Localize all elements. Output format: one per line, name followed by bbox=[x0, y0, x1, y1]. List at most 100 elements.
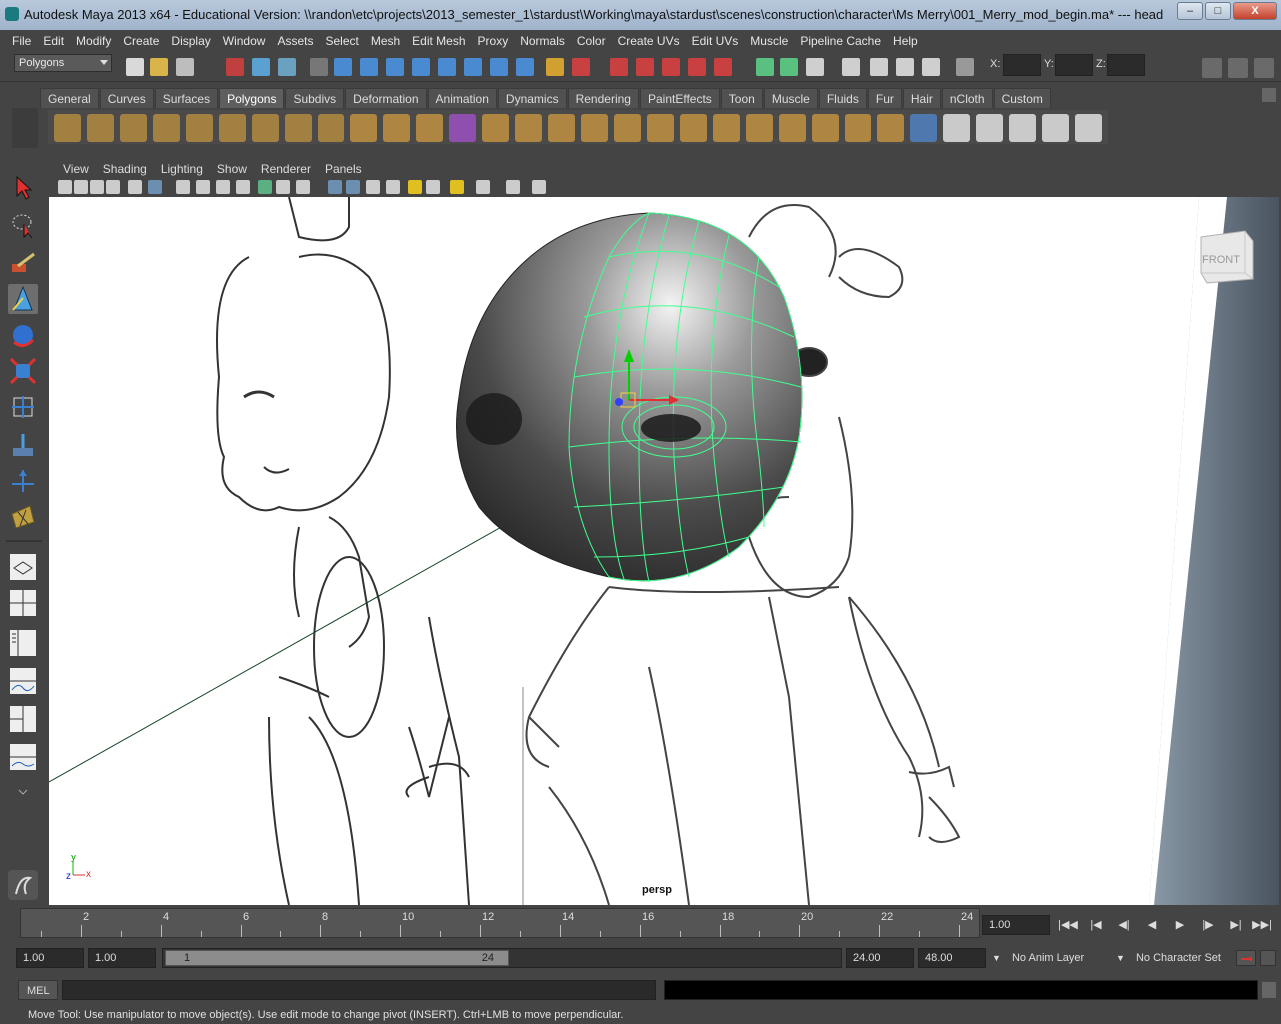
menu-set-dropdown[interactable]: Polygons bbox=[14, 54, 112, 72]
chevron-down-icon[interactable] bbox=[8, 780, 38, 804]
select-by-hierarchy-icon[interactable] bbox=[226, 58, 244, 76]
last-tool-used[interactable] bbox=[8, 502, 38, 532]
merge-vertices-icon[interactable] bbox=[613, 114, 641, 142]
panel-menu-lighting[interactable]: Lighting bbox=[154, 162, 210, 176]
go-to-end-button[interactable]: ▶▶| bbox=[1252, 917, 1272, 933]
playback-start-field[interactable]: 1.00 bbox=[88, 948, 156, 968]
step-back-frame-button[interactable]: |◀ bbox=[1086, 917, 1106, 933]
script-editor-button[interactable] bbox=[1262, 982, 1276, 998]
triangulate-icon[interactable] bbox=[844, 114, 872, 142]
menu-color[interactable]: Color bbox=[571, 34, 612, 48]
textured-icon[interactable] bbox=[366, 180, 380, 194]
camera-attributes-icon[interactable] bbox=[74, 180, 88, 194]
render-region-icon[interactable] bbox=[756, 58, 774, 76]
anim-layer-dropdown[interactable]: ▼ No Anim Layer bbox=[992, 948, 1112, 968]
menu-assets[interactable]: Assets bbox=[271, 34, 319, 48]
xray-joints-icon[interactable] bbox=[506, 180, 520, 194]
render-settings-icon[interactable] bbox=[842, 58, 860, 76]
insert-edge-loop-icon[interactable] bbox=[679, 114, 707, 142]
panel-menu-view[interactable]: View bbox=[56, 162, 96, 176]
gate-mask-icon[interactable] bbox=[216, 180, 230, 194]
menu-create-uvs[interactable]: Create UVs bbox=[612, 34, 686, 48]
rotate-tool[interactable] bbox=[8, 320, 38, 350]
shelf-tab-surfaces[interactable]: Surfaces bbox=[154, 88, 219, 108]
poly-helix-icon[interactable] bbox=[317, 114, 345, 142]
menu-create[interactable]: Create bbox=[117, 34, 165, 48]
lock-selection-icon[interactable] bbox=[310, 58, 328, 76]
select-tool[interactable] bbox=[8, 172, 38, 202]
menu-help[interactable]: Help bbox=[887, 34, 924, 48]
shelf-tab-fluids[interactable]: Fluids bbox=[818, 88, 867, 108]
play-backwards-button[interactable]: ◀ bbox=[1142, 917, 1162, 933]
resolution-gate-icon[interactable] bbox=[196, 180, 210, 194]
poly-sphere-icon[interactable] bbox=[54, 114, 81, 142]
x-field[interactable] bbox=[1003, 54, 1041, 76]
use-all-lights-icon[interactable] bbox=[386, 180, 400, 194]
shelf-tab-curves[interactable]: Curves bbox=[99, 88, 154, 108]
move-tool[interactable] bbox=[8, 284, 38, 314]
soft-modification-tool[interactable] bbox=[8, 430, 38, 460]
separate-icon[interactable] bbox=[383, 114, 411, 142]
paint-select-tool[interactable] bbox=[8, 248, 38, 278]
animation-start-field[interactable]: 1.00 bbox=[16, 948, 84, 968]
menu-pipeline-cache[interactable]: Pipeline Cache bbox=[794, 34, 887, 48]
image-plane-icon[interactable] bbox=[106, 180, 120, 194]
shelf-menu-handle[interactable] bbox=[12, 108, 38, 148]
construction-history-icon[interactable] bbox=[490, 58, 508, 76]
minimize-button[interactable]: – bbox=[1177, 2, 1203, 20]
show-manipulator-tool[interactable] bbox=[8, 466, 38, 496]
append-polygon-icon[interactable] bbox=[581, 114, 608, 142]
menu-mesh[interactable]: Mesh bbox=[365, 34, 406, 48]
combine-icon[interactable] bbox=[350, 114, 378, 142]
shelf-tab-toon[interactable]: Toon bbox=[720, 88, 763, 108]
panel-menu-panels[interactable]: Panels bbox=[318, 162, 369, 176]
play-forwards-button[interactable]: ▶ bbox=[1170, 917, 1190, 933]
persp-viewport[interactable]: FRONT y z x persp bbox=[49, 197, 1279, 905]
channel-box-icon[interactable] bbox=[1254, 58, 1274, 78]
step-forward-key-button[interactable]: |▶ bbox=[1198, 917, 1218, 933]
ipr-icon[interactable] bbox=[922, 58, 940, 76]
animation-end-field[interactable]: 48.00 bbox=[918, 948, 986, 968]
input-ops-icon[interactable] bbox=[572, 58, 590, 76]
go-to-start-button[interactable]: |◀◀ bbox=[1058, 917, 1078, 933]
isolate-select-icon[interactable] bbox=[450, 180, 464, 194]
poly-pyramid-icon[interactable] bbox=[251, 114, 279, 142]
sidebar-toggle-icon[interactable] bbox=[956, 58, 974, 76]
bookmarks-icon[interactable] bbox=[90, 180, 104, 194]
menu-normals[interactable]: Normals bbox=[514, 34, 571, 48]
hypershade-persp-layout[interactable] bbox=[8, 704, 38, 734]
shelf-tab-custom[interactable]: Custom bbox=[993, 88, 1051, 108]
select-by-component-icon[interactable] bbox=[278, 58, 296, 76]
shelf-tab-rendering[interactable]: Rendering bbox=[567, 88, 639, 108]
smooth-icon[interactable] bbox=[449, 114, 477, 142]
open-scene-icon[interactable] bbox=[150, 58, 168, 76]
shelf-tab-hair[interactable]: Hair bbox=[902, 88, 941, 108]
shelf-tab-general[interactable]: General bbox=[40, 88, 99, 108]
snap-to-curve-icon[interactable] bbox=[360, 58, 378, 76]
panel-menu-renderer[interactable]: Renderer bbox=[254, 162, 318, 176]
wireframe-on-shaded-icon[interactable] bbox=[346, 180, 360, 194]
poly-cylinder-icon[interactable] bbox=[119, 114, 147, 142]
shelf-tab-animation[interactable]: Animation bbox=[427, 88, 497, 108]
shelf-tab-fur[interactable]: Fur bbox=[867, 88, 902, 108]
menu-select[interactable]: Select bbox=[319, 34, 364, 48]
quadrangulate-icon[interactable] bbox=[877, 114, 905, 142]
graph-layout[interactable] bbox=[8, 742, 38, 772]
magnet-curve-icon[interactable] bbox=[636, 58, 654, 76]
lasso-tool[interactable] bbox=[8, 210, 38, 240]
select-by-object-icon[interactable] bbox=[252, 58, 270, 76]
spherical-mapping-icon[interactable] bbox=[1009, 114, 1037, 142]
attribute-editor-icon[interactable] bbox=[1202, 58, 1222, 78]
menu-edit-mesh[interactable]: Edit Mesh bbox=[406, 34, 471, 48]
playback-end-field[interactable]: 24.00 bbox=[846, 948, 914, 968]
menu-edit[interactable]: Edit bbox=[37, 34, 70, 48]
z-field[interactable] bbox=[1107, 54, 1145, 76]
command-input[interactable] bbox=[62, 980, 656, 1000]
single-pane-layout[interactable] bbox=[8, 552, 38, 582]
poly-torus-icon[interactable] bbox=[218, 114, 246, 142]
cylindrical-mapping-icon[interactable] bbox=[976, 114, 1004, 142]
view-cube[interactable]: FRONT bbox=[1197, 227, 1254, 284]
animation-preferences-button[interactable] bbox=[1260, 950, 1276, 966]
wedge-icon[interactable] bbox=[778, 114, 806, 142]
menu-muscle[interactable]: Muscle bbox=[744, 34, 794, 48]
